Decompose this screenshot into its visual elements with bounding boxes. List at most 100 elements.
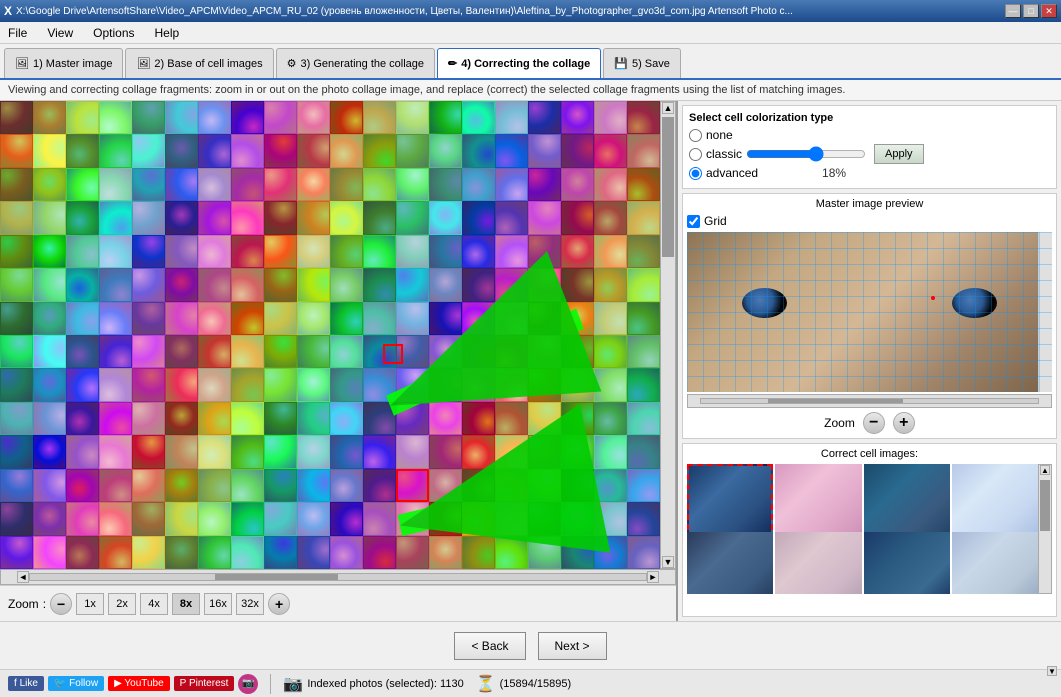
toolbar: 🖼 1) Master image 🖼 2) Base of cell imag… — [0, 44, 1061, 80]
titlebar-left: X X:\Google Drive\ArtensoftShare\Video_A… — [4, 4, 793, 18]
grid-label: Grid — [704, 214, 727, 228]
preview-title: Master image preview — [687, 198, 1052, 210]
preview-horizontal-scroll[interactable] — [687, 394, 1052, 408]
collage-area: ▲ ▼ ◄ ► Zoom : − 1x 2x 4x 8x 16x 32x + — [0, 101, 678, 621]
zoom-1x-button[interactable]: 1x — [76, 593, 104, 615]
titlebar: X X:\Google Drive\ArtensoftShare\Video_A… — [0, 0, 1061, 22]
base-cell-icon: 🖼 — [136, 57, 150, 70]
spinner-icon: ⏳ — [476, 674, 496, 694]
cell-image-5[interactable] — [775, 532, 861, 594]
none-option: none — [689, 128, 1050, 142]
zoom-minus-button[interactable]: − — [50, 593, 72, 615]
classic-radio[interactable] — [689, 148, 702, 161]
zoom-16x-button[interactable]: 16x — [204, 593, 232, 615]
pinterest-button[interactable]: P Pinterest — [174, 676, 235, 691]
images-scroll-thumb[interactable] — [1040, 480, 1050, 531]
images-vertical-scroll[interactable]: ▲ ▼ — [1038, 464, 1052, 594]
right-panel: Select cell colorization type none class… — [678, 101, 1061, 621]
save-icon: 💾 — [614, 57, 628, 70]
scroll-right-arrow[interactable]: ► — [647, 571, 659, 583]
none-radio[interactable] — [689, 129, 702, 142]
grid-checkbox[interactable] — [687, 215, 700, 228]
preview-hscroll-thumb[interactable] — [768, 399, 903, 403]
colorization-section: Select cell colorization type none class… — [682, 105, 1057, 189]
cell-image-4[interactable] — [687, 532, 773, 594]
youtube-button[interactable]: ▶ YouTube — [108, 676, 170, 691]
collage-grid — [0, 101, 660, 569]
zoom-2x-button[interactable]: 2x — [108, 593, 136, 615]
progress-status: ⏳ (15894/15895) — [476, 674, 571, 694]
window-title: X:\Google Drive\ArtensoftShare\Video_APC… — [16, 6, 793, 17]
menu-file[interactable]: File — [4, 24, 31, 42]
grid-overlay — [687, 232, 1052, 392]
preview-hscroll-track[interactable] — [700, 398, 1039, 404]
maximize-button[interactable]: □ — [1023, 4, 1039, 18]
back-button[interactable]: < Back — [454, 632, 525, 660]
advanced-option: advanced 18% — [689, 166, 1050, 180]
correct-images-title: Correct cell images: — [687, 448, 1052, 460]
scroll-thumb[interactable] — [215, 574, 338, 580]
classic-label: classic — [706, 147, 742, 161]
preview-zoom-controls: Zoom − + — [687, 412, 1052, 434]
none-label: none — [706, 128, 733, 142]
instagram-button[interactable]: 📷 — [238, 674, 258, 694]
correct-images-container: ▲ ▼ — [687, 464, 1052, 594]
advanced-radio[interactable] — [689, 167, 702, 180]
menu-view[interactable]: View — [43, 24, 77, 42]
scroll-track[interactable] — [29, 573, 647, 581]
zoom-4x-button[interactable]: 4x — [140, 593, 168, 615]
navigation-bar: < Back Next > — [0, 621, 1061, 669]
scroll-down-arrow[interactable]: ▼ — [662, 556, 674, 568]
classic-option: classic Apply — [689, 144, 1050, 164]
images-grid — [687, 464, 1038, 594]
zoom-plus-button[interactable]: + — [268, 593, 290, 615]
camera-icon: 📷 — [283, 674, 303, 694]
colorization-title: Select cell colorization type — [689, 112, 1050, 124]
facebook-like-button[interactable]: f Like — [8, 676, 44, 691]
collage-viewport[interactable] — [0, 101, 660, 569]
zoom-label: Zoom — [8, 597, 39, 611]
menubar: File View Options Help — [0, 22, 1061, 44]
cell-image-7[interactable] — [952, 532, 1038, 594]
selected-cell-highlight — [383, 344, 403, 364]
zoom-32x-button[interactable]: 32x — [236, 593, 264, 615]
tab-master-image[interactable]: 🖼 1) Master image — [4, 48, 123, 78]
vertical-scroll-thumb[interactable] — [662, 117, 674, 257]
vertical-scrollbar[interactable]: ▲ ▼ — [660, 101, 676, 569]
statusbar: f Like 🐦 Follow ▶ YouTube P Pinterest 📷 … — [0, 669, 1061, 697]
indexed-photos-status: 📷 Indexed photos (selected): 1130 — [283, 674, 463, 694]
twitter-follow-button[interactable]: 🐦 Follow — [48, 676, 104, 691]
preview-zoom-label: Zoom — [824, 416, 855, 430]
tab-correcting-collage[interactable]: ✏ 4) Correcting the collage — [437, 48, 601, 78]
scroll-left-arrow[interactable]: ◄ — [17, 571, 29, 583]
correcting-icon: ✏ — [448, 57, 457, 70]
images-scroll-up[interactable]: ▲ — [1040, 465, 1050, 475]
preview-zoom-plus[interactable]: + — [893, 412, 915, 434]
tab-save[interactable]: 💾 5) Save — [603, 48, 681, 78]
preview-image-container[interactable] — [687, 232, 1052, 392]
preview-section: Master image preview Grid — [682, 193, 1057, 439]
close-button[interactable]: ✕ — [1041, 4, 1057, 18]
infobar: Viewing and correcting collage fragments… — [0, 80, 1061, 101]
menu-options[interactable]: Options — [89, 24, 138, 42]
titlebar-controls: — □ ✕ — [1005, 4, 1057, 18]
next-button[interactable]: Next > — [538, 632, 607, 660]
apply-button[interactable]: Apply — [874, 144, 924, 164]
indexed-photos-label: Indexed photos (selected): 1130 — [307, 678, 463, 690]
scroll-up-arrow[interactable]: ▲ — [662, 102, 674, 114]
progress-text: (15894/15895) — [500, 678, 572, 690]
minimize-button[interactable]: — — [1005, 4, 1021, 18]
grid-checkbox-row: Grid — [687, 214, 1052, 228]
menu-help[interactable]: Help — [151, 24, 184, 42]
status-divider — [270, 674, 271, 694]
tab-base-cell-images[interactable]: 🖼 2) Base of cell images — [125, 48, 273, 78]
classic-slider[interactable] — [746, 146, 866, 162]
horizontal-scrollbar[interactable]: ◄ ► — [0, 569, 676, 585]
tab-generating-collage[interactable]: ⚙ 3) Generating the collage — [276, 48, 435, 78]
correct-images-section: Correct cell images: ▲ ▼ — [682, 443, 1057, 617]
advanced-label: advanced — [706, 166, 758, 180]
zoom-8x-button[interactable]: 8x — [172, 593, 200, 615]
cell-image-6[interactable] — [864, 532, 950, 594]
preview-zoom-minus[interactable]: − — [863, 412, 885, 434]
advanced-percent: 18% — [822, 166, 846, 180]
